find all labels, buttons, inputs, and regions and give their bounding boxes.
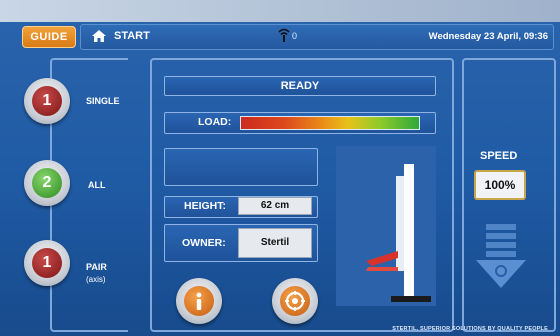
load-bar: [240, 116, 420, 130]
pair-mode-label: PAIR: [86, 262, 107, 272]
signal-icon: [278, 28, 290, 42]
info-button[interactable]: [176, 278, 222, 324]
all-mode-button[interactable]: 2: [24, 160, 70, 206]
signal-count: 0: [292, 31, 298, 41]
all-mode-glyph: 2: [32, 168, 62, 198]
message-box: [164, 148, 318, 186]
all-mode-label: ALL: [88, 180, 106, 190]
single-mode-label: SINGLE: [86, 96, 120, 106]
speed-value[interactable]: 100%: [474, 170, 526, 200]
guide-button[interactable]: GUIDE: [22, 26, 76, 48]
single-mode-glyph: 1: [32, 86, 62, 116]
pair-mode-sublabel: (axis): [86, 275, 106, 284]
footer-tagline: STERTIL, SUPERIOR SOLUTIONS BY QUALITY P…: [392, 326, 548, 332]
pair-mode-glyph: 1: [32, 248, 62, 278]
info-icon: [184, 286, 214, 316]
service-icon: [280, 286, 310, 316]
height-label: HEIGHT:: [184, 200, 226, 212]
datetime: Wednesday 23 April, 09:36: [428, 31, 548, 42]
load-label: LOAD:: [198, 116, 232, 128]
single-mode-button[interactable]: 1: [24, 78, 70, 124]
height-value: 62 cm: [238, 197, 312, 215]
pair-mode-button[interactable]: 1: [24, 240, 70, 286]
owner-value[interactable]: Stertil: [238, 228, 312, 258]
ready-status: READY: [164, 76, 436, 96]
service-button[interactable]: [272, 278, 318, 324]
top-stripe: [0, 0, 560, 22]
owner-label: OWNER:: [182, 237, 226, 249]
start-label[interactable]: START: [114, 30, 150, 42]
home-icon[interactable]: [92, 30, 106, 42]
lift-diagram-icon: [336, 146, 436, 306]
down-arrow-icon[interactable]: [474, 224, 528, 294]
speed-label: SPEED: [480, 150, 518, 162]
